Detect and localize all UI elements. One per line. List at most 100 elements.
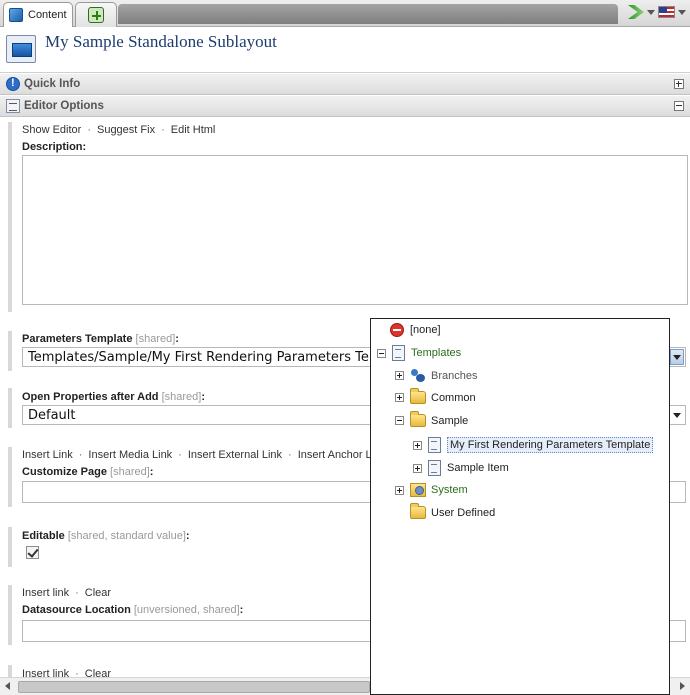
us-flag-icon[interactable] — [658, 6, 675, 18]
section-editor-options-label: Editor Options — [24, 100, 104, 112]
datasource-links: Insert link · Clear — [22, 587, 112, 599]
parameters-template-meta: [shared] — [135, 333, 176, 345]
datasource-location-suffix: : — [239, 604, 244, 616]
tab-content-label: Content — [28, 9, 67, 21]
section-quick-info[interactable]: Quick Info — [0, 74, 690, 95]
datasource-location-label: Datasource Location [unversioned, shared… — [22, 604, 243, 616]
item-title: My Sample Standalone Sublayout — [45, 32, 277, 51]
insert-external-link-link[interactable]: Insert External Link — [188, 449, 282, 461]
section-editor-options[interactable]: Editor Options — [0, 96, 690, 117]
datasource-location-label-text: Datasource Location — [22, 604, 131, 616]
template-icon — [428, 437, 441, 453]
scroll-right-icon[interactable] — [680, 682, 685, 690]
tab-content[interactable]: Content — [3, 2, 73, 27]
collapse-icon[interactable] — [395, 416, 404, 425]
info-icon — [6, 77, 20, 91]
suggest-fix-link[interactable]: Suggest Fix — [97, 124, 155, 136]
parameters-template-label: Parameters Template [shared]: — [22, 333, 179, 345]
scrollbar-thumb[interactable] — [18, 681, 370, 693]
customize-page-label-text: Customize Page — [22, 466, 107, 478]
customize-page-links: Insert Link · Insert Media Link · Insert Ext… — [22, 449, 386, 461]
tree-item-none[interactable]: [none] — [390, 323, 441, 337]
tree-item-system-label: System — [431, 484, 468, 496]
editable-checkbox[interactable] — [26, 546, 39, 559]
template-icon — [428, 460, 441, 476]
parameters-template-label-text: Parameters Template — [22, 333, 133, 345]
expand-icon[interactable] — [395, 371, 404, 380]
none-icon — [390, 323, 404, 337]
toolbar-right-icons — [628, 5, 686, 19]
tab-add[interactable] — [75, 2, 117, 27]
tree-item-sample[interactable]: Sample — [395, 411, 469, 427]
tree-item-branches-label: Branches — [431, 369, 478, 382]
chevron-down-icon — [673, 412, 681, 418]
tree-item-user-defined[interactable]: User Defined — [410, 503, 496, 519]
tree-item-my-first-rendering-parameters-template[interactable]: My First Rendering Parameters Template — [413, 437, 654, 453]
next-clear-link[interactable]: Clear — [85, 668, 111, 677]
customize-page-suffix: : — [149, 466, 154, 478]
customize-page-meta: [shared] — [110, 466, 150, 478]
content-cube-icon — [9, 8, 23, 22]
navigate-green-icon[interactable] — [628, 5, 644, 19]
folder-icon — [410, 411, 426, 427]
next-insert-link[interactable]: Insert link — [22, 668, 69, 677]
customize-page-label: Customize Page [shared]: — [22, 466, 153, 478]
collapse-icon[interactable] — [377, 348, 386, 358]
branches-icon — [410, 368, 426, 383]
language-dropdown-icon[interactable] — [678, 9, 686, 15]
tree-item-templates[interactable]: Templates — [377, 345, 461, 361]
folder-icon — [410, 388, 426, 404]
folder-icon — [410, 503, 426, 519]
datasource-clear-link[interactable]: Clear — [85, 587, 111, 599]
system-folder-icon — [410, 483, 426, 497]
open-properties-suffix: : — [201, 391, 205, 403]
tree-item-sample-label: Sample — [431, 414, 469, 427]
open-properties-value: Default — [28, 408, 76, 423]
add-tab-icon — [88, 7, 104, 23]
tree-item-none-label: [none] — [410, 324, 441, 336]
tree-item-system[interactable]: System — [395, 483, 468, 497]
editable-meta: [shared, standard value] — [67, 530, 186, 542]
datasource-location-meta: [unversioned, shared] — [133, 604, 240, 616]
description-field[interactable] — [22, 155, 688, 305]
template-tree-popup: [none] Templates Branches Common Sample … — [370, 318, 670, 695]
next-field-links: Insert link · Clear — [22, 668, 111, 677]
item-header: My Sample Standalone Sublayout — [0, 27, 690, 73]
open-properties-label-text: Open Properties after Add — [22, 391, 159, 403]
collapse-icon[interactable] — [674, 101, 684, 111]
tree-item-sample-item-label: Sample Item — [447, 462, 509, 474]
show-editor-link[interactable]: Show Editor — [22, 124, 81, 136]
navigate-dropdown-icon[interactable] — [647, 9, 655, 15]
expand-icon[interactable] — [395, 393, 404, 402]
expand-icon[interactable] — [413, 440, 422, 450]
description-links: Show Editor · Suggest Fix · Edit Html — [22, 124, 216, 136]
editable-label: Editable [shared, standard value]: — [22, 530, 190, 542]
insert-media-link-link[interactable]: Insert Media Link — [88, 449, 172, 461]
expand-icon[interactable] — [395, 485, 404, 495]
tree-item-sample-item[interactable]: Sample Item — [413, 460, 509, 476]
expand-icon[interactable] — [674, 79, 684, 89]
editor-options-icon — [6, 99, 20, 113]
tree-item-common-label: Common — [431, 391, 476, 404]
edit-html-link[interactable]: Edit Html — [171, 124, 216, 136]
scroll-left-icon[interactable] — [5, 682, 10, 690]
chevron-down-icon — [673, 354, 681, 360]
insert-link-link[interactable]: Insert Link — [22, 449, 73, 461]
tree-item-branches[interactable]: Branches — [395, 368, 477, 383]
templates-icon — [392, 345, 405, 361]
section-quick-info-label: Quick Info — [24, 78, 81, 90]
tree-item-common[interactable]: Common — [395, 388, 476, 404]
datasource-insert-link[interactable]: Insert link — [22, 587, 69, 599]
tree-item-user-defined-label: User Defined — [431, 506, 496, 519]
open-properties-dropdown-button[interactable] — [670, 407, 684, 423]
expand-icon[interactable] — [413, 463, 422, 473]
open-properties-meta: [shared] — [161, 391, 202, 403]
editable-label-text: Editable — [22, 530, 65, 542]
open-properties-label: Open Properties after Add [shared]: — [22, 391, 205, 403]
parameters-template-dropdown-button[interactable] — [670, 349, 684, 365]
tree-item-selected-label: My First Rendering Parameters Template — [447, 437, 654, 453]
tab-strip: Content — [0, 0, 690, 27]
parameters-template-suffix: : — [175, 333, 179, 345]
editable-suffix: : — [185, 530, 190, 542]
tree-item-templates-label: Templates — [411, 347, 462, 359]
